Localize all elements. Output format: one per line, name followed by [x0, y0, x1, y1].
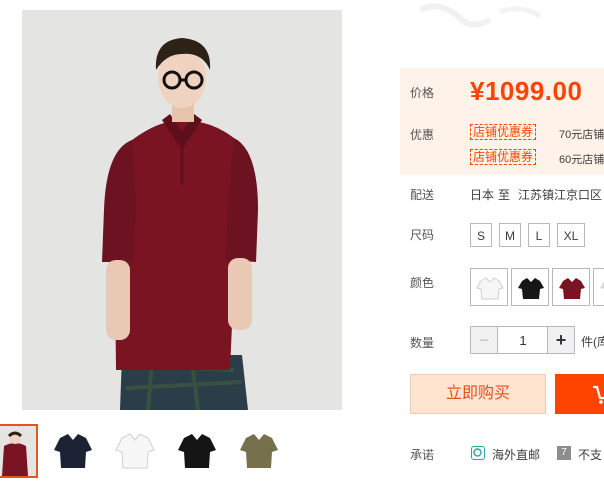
buy-now-button[interactable]: 立即购买	[410, 374, 546, 414]
globe-icon	[471, 446, 485, 460]
model-photo	[22, 10, 342, 410]
quantity-label: 数量	[410, 336, 435, 350]
price-amount: 1099.00	[484, 76, 583, 106]
promise-label: 承诺	[410, 448, 435, 462]
promo-label: 优惠	[410, 128, 435, 142]
thumbnail-burgundy-model[interactable]	[0, 424, 38, 478]
cart-icon	[593, 385, 604, 404]
coupon-tag[interactable]: 店铺优惠券	[470, 149, 537, 165]
faded-logo-watermark	[400, 0, 604, 50]
thumbnail-black-polo[interactable]	[174, 424, 220, 478]
olive-polo-icon	[240, 434, 278, 468]
delivery-destination[interactable]: 江苏镇江京口区	[518, 186, 602, 203]
coupon-text: 60元店铺	[559, 154, 604, 166]
quantity-input[interactable]	[498, 327, 548, 353]
navy-polo-icon	[54, 434, 92, 468]
payment-row-partial	[400, 480, 604, 486]
coupon-tag[interactable]: 店铺优惠券	[470, 124, 537, 140]
color-swatch-burgundy[interactable]	[552, 268, 590, 306]
thumbnail-olive-polo[interactable]	[236, 424, 282, 478]
coupon-text: 70元店铺	[559, 129, 604, 141]
size-option-m[interactable]: M	[499, 223, 521, 247]
burgundy-polo-icon	[559, 278, 585, 299]
black-polo-icon	[518, 278, 544, 299]
thumbnail-white-polo[interactable]	[112, 424, 158, 478]
quantity-stepper: − +	[470, 326, 575, 354]
currency-symbol: ¥	[470, 76, 485, 106]
product-main-image[interactable]	[22, 10, 342, 410]
price-value: ¥1099.00	[470, 76, 582, 107]
thumbnail-image	[0, 426, 36, 476]
delivery-label: 配送	[410, 188, 435, 202]
quantity-decrease-button[interactable]: −	[471, 327, 498, 353]
size-label: 尺码	[410, 228, 435, 242]
size-option-xl[interactable]: XL	[557, 223, 585, 247]
size-option-s[interactable]: S	[470, 223, 492, 247]
color-swatch-black[interactable]	[511, 268, 549, 306]
promise-overseas-direct: 海外直邮	[492, 448, 541, 462]
white-polo-icon	[115, 433, 155, 469]
quantity-increase-button[interactable]: +	[547, 327, 574, 353]
price-panel: 价格 ¥1099.00 优惠 店铺优惠券 70元店铺 店铺优惠券 60元店铺	[400, 68, 604, 175]
promise-no-return: 不支	[578, 448, 603, 462]
add-to-cart-button[interactable]	[555, 374, 604, 414]
color-label: 颜色	[410, 276, 435, 290]
white-polo-icon	[476, 277, 504, 300]
price-label: 价格	[410, 86, 435, 100]
delivery-to-word: 至	[498, 188, 511, 202]
delivery-origin: 日本	[470, 188, 495, 202]
size-option-l[interactable]: L	[528, 223, 550, 247]
grey-polo-icon	[600, 281, 604, 289]
black-polo-icon	[178, 434, 216, 468]
thumbnail-navy-polo[interactable]	[50, 424, 96, 478]
color-swatch-grey[interactable]	[593, 268, 604, 306]
color-swatch-white[interactable]	[470, 268, 508, 306]
thumbnail-strip	[0, 424, 330, 480]
seven-icon: 7	[557, 446, 571, 460]
quantity-unit: 件(库	[581, 335, 604, 349]
